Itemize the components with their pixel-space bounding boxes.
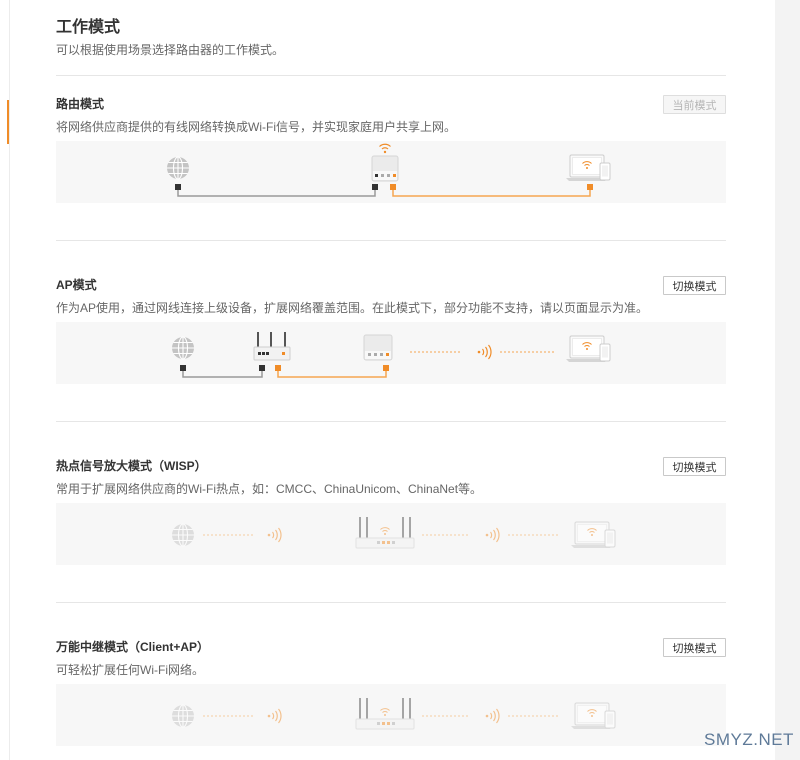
mode-header: 热点信号放大模式（WISP） 切换模式 bbox=[56, 457, 726, 476]
lan-port-connector bbox=[275, 365, 281, 371]
router-icon bbox=[363, 334, 393, 361]
globe-icon bbox=[172, 336, 194, 360]
wireless-signal-icon bbox=[485, 527, 500, 543]
page-subtitle: 可以根据使用场景选择路由器的工作模式。 bbox=[56, 43, 285, 57]
switch-mode-button-wisp[interactable]: 切换模式 bbox=[663, 457, 726, 476]
ap-wan-connector bbox=[383, 365, 389, 371]
mode-description: 作为AP使用，通过网线连接上级设备，扩展网络覆盖范围。在此模式下，部分功能不支持… bbox=[56, 301, 649, 315]
wifi-icon bbox=[379, 143, 391, 154]
phone-icon bbox=[599, 162, 611, 181]
wireless-signal-icon bbox=[267, 708, 282, 724]
ethernet-cable bbox=[177, 190, 376, 197]
wan-port-connector bbox=[259, 365, 265, 371]
active-menu-indicator bbox=[7, 100, 9, 144]
phone-icon bbox=[599, 343, 611, 362]
router-mode-illustration bbox=[167, 143, 611, 197]
mode-section-ap: AP模式 切换模式 作为AP使用，通过网线连接上级设备，扩展网络覆盖范围。在此模… bbox=[56, 241, 726, 422]
mode-name: 热点信号放大模式（WISP） bbox=[56, 459, 207, 473]
client-ap-mode-illustration bbox=[172, 698, 616, 730]
mode-header: 路由模式 当前模式 bbox=[56, 95, 726, 114]
wisp-mode-illustration bbox=[172, 517, 616, 549]
mode-name: AP模式 bbox=[56, 278, 97, 292]
page-header: 工作模式 可以根据使用场景选择路由器的工作模式。 bbox=[56, 0, 726, 76]
globe-icon bbox=[172, 704, 194, 728]
mode-description: 将网络供应商提供的有线网络转换成Wi-Fi信号，并实现家庭用户共享上网。 bbox=[56, 120, 456, 134]
phone-icon bbox=[604, 710, 616, 729]
wan-connector bbox=[175, 184, 181, 190]
switch-mode-button-client-ap[interactable]: 切换模式 bbox=[663, 638, 726, 657]
mode-name: 万能中继模式（Client+AP） bbox=[56, 640, 210, 654]
router-icon bbox=[371, 155, 399, 182]
router-icon bbox=[355, 698, 415, 730]
ethernet-cable bbox=[182, 371, 263, 378]
wan-port-connector bbox=[372, 184, 378, 190]
client-connector bbox=[587, 184, 593, 190]
wifi-icon bbox=[380, 708, 390, 716]
mode-section-wisp: 热点信号放大模式（WISP） 切换模式 常用于扩展网络供应商的Wi-Fi热点，如… bbox=[56, 422, 726, 603]
globe-icon bbox=[172, 523, 194, 547]
mode-name: 路由模式 bbox=[56, 97, 105, 111]
wireless-signal-icon bbox=[477, 344, 492, 360]
ap-mode-illustration bbox=[172, 332, 611, 378]
globe-icon bbox=[167, 156, 189, 180]
watermark: SMYZ.NET bbox=[704, 730, 794, 749]
wan-connector bbox=[180, 365, 186, 371]
ethernet-cable bbox=[392, 190, 591, 197]
mode-section-router: 路由模式 当前模式 将网络供应商提供的有线网络转换成Wi-Fi信号，并实现家庭用… bbox=[56, 76, 726, 241]
left-panel-edge bbox=[9, 0, 10, 760]
phone-icon bbox=[604, 529, 616, 548]
ethernet-cable bbox=[277, 371, 387, 378]
page-title: 工作模式 bbox=[56, 19, 121, 36]
client-ap-mode-diagram bbox=[56, 684, 726, 746]
current-mode-button: 当前模式 bbox=[663, 95, 726, 114]
work-mode-panel: 工作模式 可以根据使用场景选择路由器的工作模式。 路由模式 当前模式 将网络供应… bbox=[56, 0, 726, 756]
mode-description: 常用于扩展网络供应商的Wi-Fi热点，如：CMCC、ChinaUnicom、Ch… bbox=[56, 482, 483, 496]
mode-header: 万能中继模式（Client+AP） 切换模式 bbox=[56, 638, 726, 657]
lan-port-connector bbox=[390, 184, 396, 190]
wireless-signal-icon bbox=[267, 527, 282, 543]
mode-description: 可轻松扩展任何Wi-Fi网络。 bbox=[56, 663, 204, 677]
mode-header: AP模式 切换模式 bbox=[56, 276, 726, 295]
right-panel-background bbox=[775, 0, 800, 760]
mode-section-client-ap: 万能中继模式（Client+AP） 切换模式 可轻松扩展任何Wi-Fi网络。 bbox=[56, 603, 726, 756]
wireless-signal-icon bbox=[485, 708, 500, 724]
router-icon bbox=[253, 332, 291, 361]
ap-mode-diagram bbox=[56, 322, 726, 384]
router-mode-diagram bbox=[56, 141, 726, 203]
router-icon bbox=[355, 517, 415, 549]
switch-mode-button-ap[interactable]: 切换模式 bbox=[663, 276, 726, 295]
wifi-icon bbox=[380, 527, 390, 535]
wisp-mode-diagram bbox=[56, 503, 726, 565]
